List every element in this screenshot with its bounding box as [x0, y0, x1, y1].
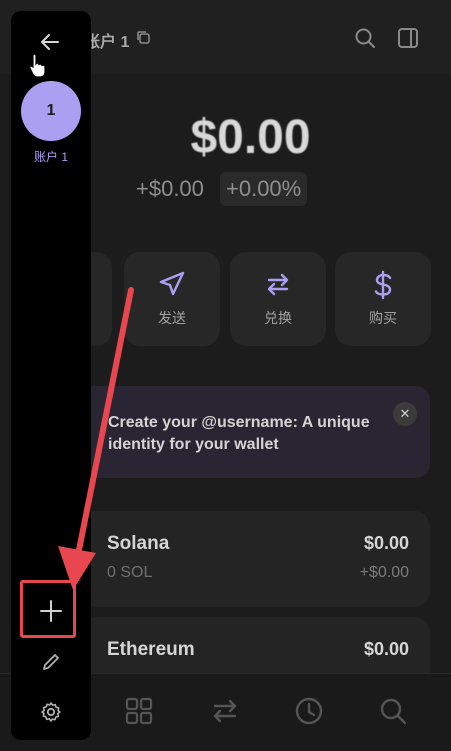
wallet-app: 账户 1 $0.00 +$0.00 +0.00% 发送 兑换 购买 Create…	[0, 0, 451, 751]
annotation-arrow	[58, 287, 134, 590]
